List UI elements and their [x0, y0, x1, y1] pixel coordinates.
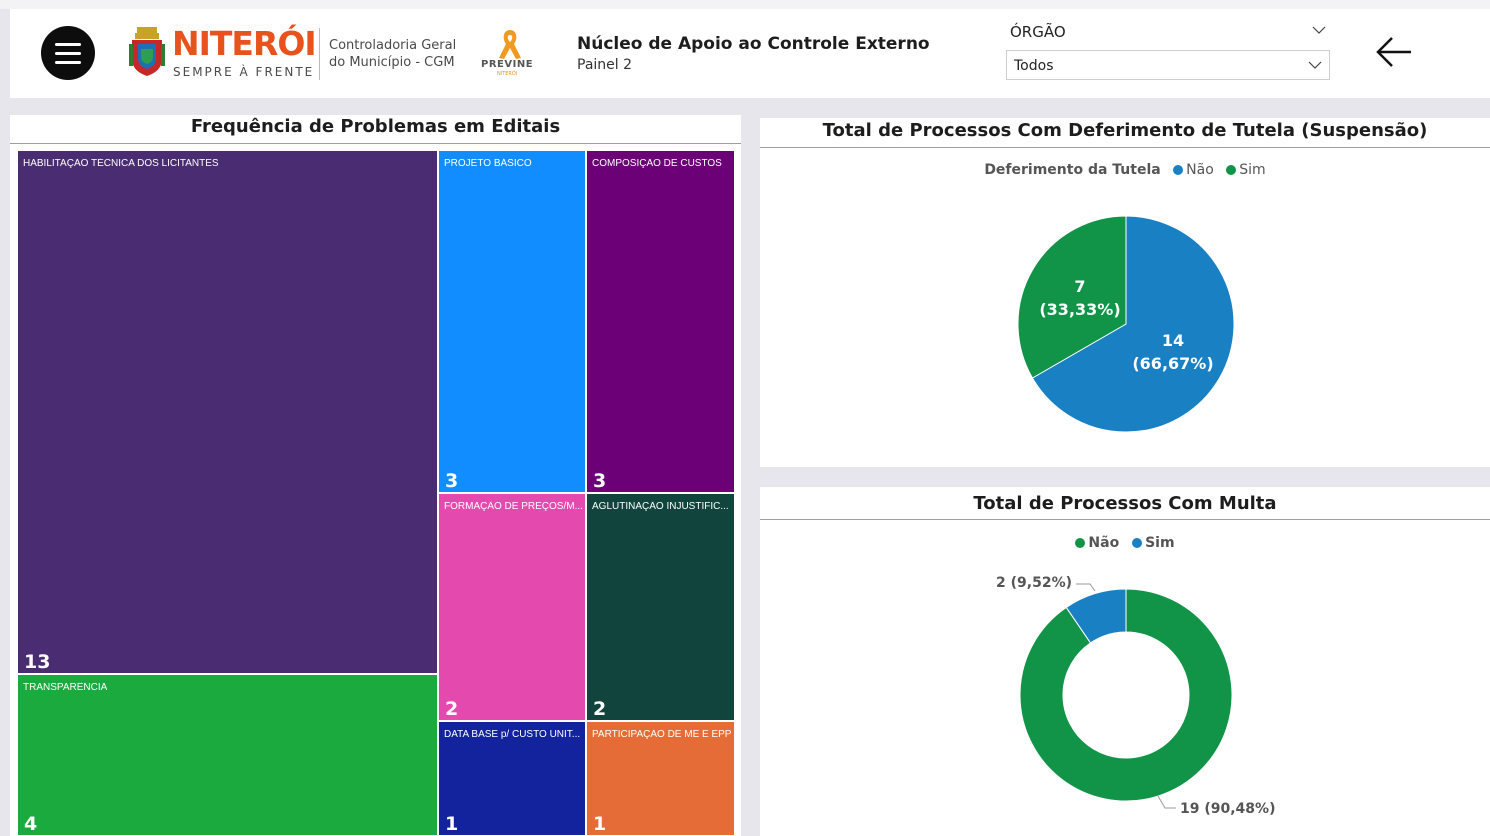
treemap-tile-label: DATA BASE p/ CUSTO UNIT... [444, 729, 581, 740]
treemap-tile-value: 3 [593, 470, 607, 492]
treemap-tile-value: 4 [24, 813, 38, 835]
treemap-tile[interactable]: PROJETO BÁSICO 3 [438, 150, 586, 493]
treemap-tile-value: 2 [593, 698, 607, 720]
hamburger-menu-icon[interactable] [41, 26, 95, 80]
donut-data-label-sim: 2 (9,52%) [996, 575, 1072, 591]
treemap-tile-label: HABILITAÇÃO TÉCNICA DOS LICITANTES [23, 158, 219, 169]
pie-data-label-sim-value: 7 [1074, 277, 1085, 296]
treemap-tile-value: 1 [593, 813, 607, 835]
treemap-title-divider [10, 143, 741, 144]
donut-chart: 2 (9,52%) 19 (90,48%) [996, 575, 1275, 817]
treemap-title: Frequência de Problemas em Editais [190, 116, 561, 137]
donut-leader-line-sim [1076, 583, 1096, 592]
cgm-line-1: Controladoria Geral [329, 38, 457, 53]
niteroi-logo-tagline: SEMPRE À FRENTE [173, 65, 315, 79]
chevron-down-icon[interactable] [1311, 22, 1327, 38]
arrow-left-icon[interactable] [1374, 32, 1414, 72]
pie-data-label-nao-pct: (66,67%) [1132, 354, 1213, 373]
treemap-tile[interactable]: AGLUTINAÇÃO INJUSTIFIC... 2 [586, 493, 735, 721]
niteroi-crest-logo [129, 27, 165, 76]
treemap-tile-label: COMPOSIÇÃO DE CUSTOS [592, 158, 722, 169]
treemap-tile[interactable]: FORMAÇÃO DE PREÇOS/M... 2 [438, 493, 586, 721]
treemap-tile-value: 2 [445, 698, 459, 720]
orgao-filter-value: Todos [1014, 58, 1054, 74]
treemap-tile[interactable]: PARTICIPAÇÃO DE ME E EPP 1 [586, 721, 735, 836]
previne-logo-subtext: NITERÓI [497, 71, 518, 77]
treemap-tile[interactable]: DATA BASE p/ CUSTO UNIT... 1 [438, 721, 586, 836]
treemap-tile[interactable]: HABILITAÇÃO TÉCNICA DOS LICITANTES 13 [17, 150, 438, 674]
niteroi-logo-text: NITERÓI [172, 24, 317, 63]
pie-data-label-sim-pct: (33,33%) [1039, 300, 1120, 319]
previne-logo-text: PREVINE [481, 59, 534, 70]
treemap-tile-label: AGLUTINAÇÃO INJUSTIFIC... [592, 501, 729, 512]
logo-divider [319, 28, 320, 80]
pie-chart-title: Total de Processos Com Deferimento de Tu… [822, 120, 1428, 141]
cgm-line-2: do Município - CGM [329, 55, 455, 70]
treemap-tile-label: TRANSPARÊNCIA [23, 682, 108, 693]
treemap-tile[interactable]: TRANSPARÊNCIA 4 [17, 674, 438, 836]
treemap-tile-label: FORMAÇÃO DE PREÇOS/M... [444, 501, 583, 512]
orgao-filter-label: ÓRGÃO [1010, 23, 1066, 41]
donut-data-label-nao: 19 (90,48%) [1180, 801, 1275, 817]
treemap-tile-label: PROJETO BÁSICO [444, 158, 532, 169]
treemap-tile-value: 13 [24, 651, 51, 673]
donut-chart-title: Total de Processos Com Multa [973, 493, 1277, 514]
chevron-down-icon [1308, 61, 1322, 69]
treemap-tile[interactable]: COMPOSIÇÃO DE CUSTOS 3 [586, 150, 735, 493]
page-title: Núcleo de Apoio ao Controle Externo [577, 34, 930, 54]
orgao-filter-dropdown[interactable]: Todos [1006, 50, 1330, 80]
treemap-tile-value: 3 [445, 470, 459, 492]
top-strip [0, 0, 1490, 9]
pie-chart: 14 (66,67%) 7 (33,33%) [1017, 215, 1235, 433]
donut-leader-line-nao [1157, 795, 1176, 809]
pie-data-label-nao-value: 14 [1162, 331, 1184, 350]
treemap-tile-label: PARTICIPAÇÃO DE ME E EPP [592, 729, 732, 740]
treemap-tile-value: 1 [445, 813, 459, 835]
page-subtitle: Painel 2 [577, 57, 633, 73]
previne-ribbon-icon [499, 30, 521, 59]
